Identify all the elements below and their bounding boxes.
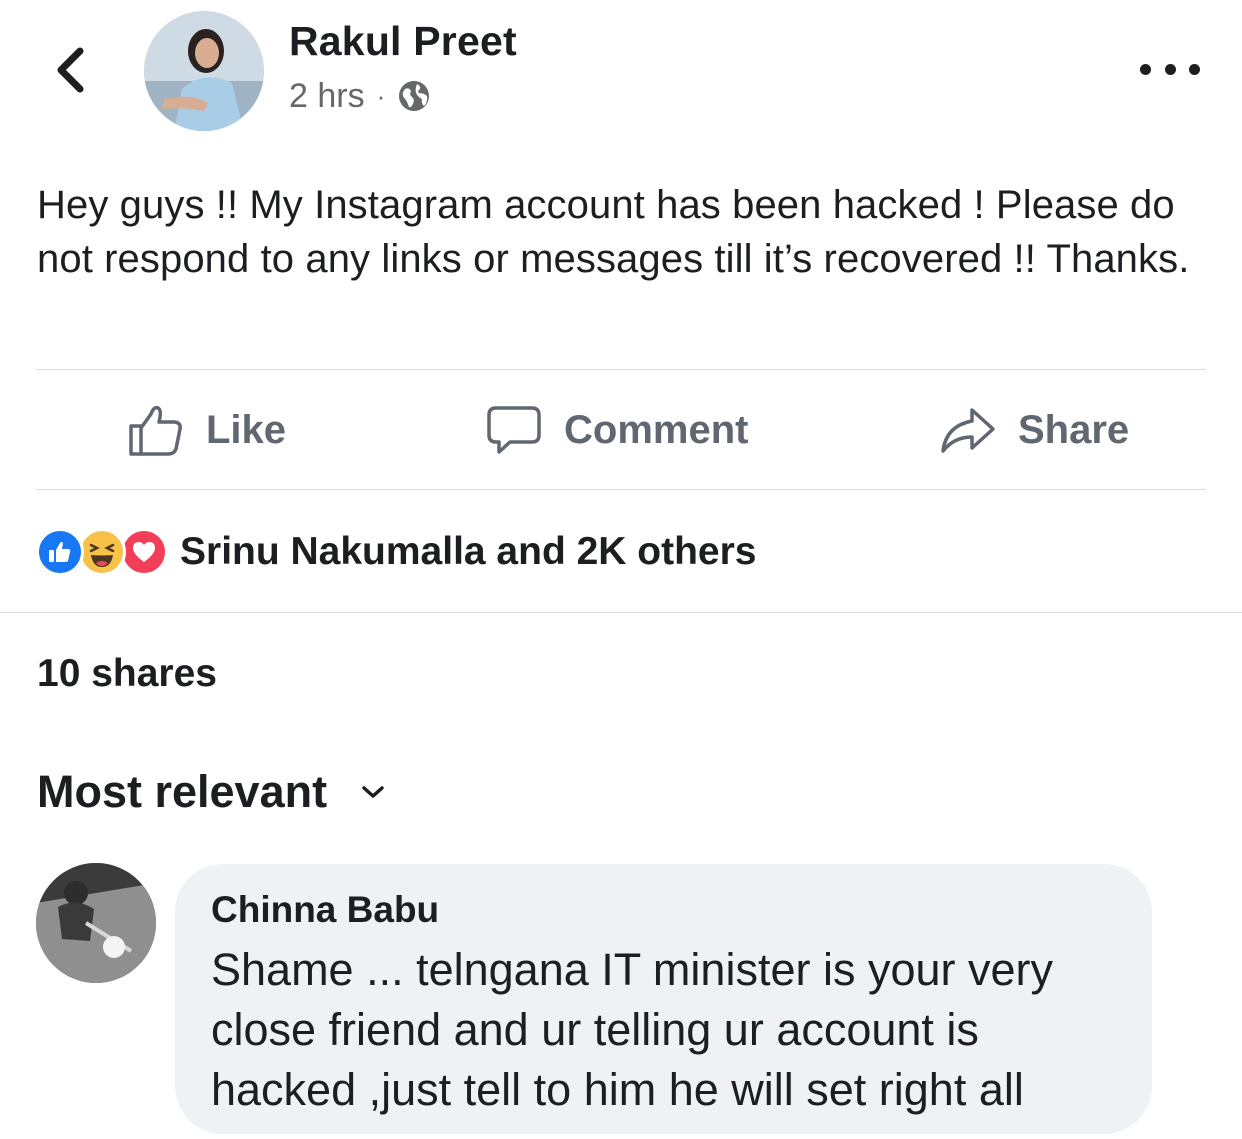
heart-icon xyxy=(133,542,155,562)
share-button[interactable]: Share xyxy=(940,371,1129,489)
comment-text: Shame ... telngana IT minister is your v… xyxy=(211,944,1054,1115)
reactions-summary[interactable]: Srinu Nakumalla and 2K others xyxy=(36,526,757,578)
comment-label: Comment xyxy=(564,407,749,452)
chevron-left-icon xyxy=(57,47,84,93)
divider xyxy=(36,369,1206,370)
comment-icon xyxy=(487,406,541,454)
avatar-photo xyxy=(144,11,264,131)
back-button[interactable] xyxy=(48,40,92,100)
more-horizontal-icon xyxy=(1140,63,1151,75)
post-time[interactable]: 2 hrs xyxy=(289,77,365,116)
haha-reaction-icon xyxy=(78,528,126,576)
shares-count[interactable]: 10 shares xyxy=(37,652,217,696)
commenter-avatar[interactable] xyxy=(36,863,156,983)
divider xyxy=(0,612,1242,613)
globe-icon xyxy=(399,81,430,111)
sort-label: Most relevant xyxy=(37,766,328,817)
thumbs-up-icon xyxy=(129,405,182,456)
laughing-face-icon xyxy=(89,543,115,567)
more-dot xyxy=(1189,63,1200,75)
like-label: Like xyxy=(206,407,287,452)
love-reaction-icon xyxy=(120,528,168,576)
chevron-down-icon xyxy=(362,786,384,798)
thumbs-up-icon xyxy=(49,542,71,562)
more-options-button[interactable] xyxy=(1140,54,1200,84)
action-bar: Like Comment Share xyxy=(36,371,1206,489)
like-reaction-icon xyxy=(36,528,84,576)
reactions-text: Srinu Nakumalla and 2K others xyxy=(180,530,757,573)
share-label: Share xyxy=(1018,407,1130,452)
commenter-name[interactable]: Chinna Babu xyxy=(211,888,1116,932)
share-arrow-icon xyxy=(941,408,995,453)
more-dot xyxy=(1164,63,1176,75)
avatar-photo xyxy=(36,863,156,983)
post-meta: 2 hrs · xyxy=(289,74,431,118)
comment-sort-dropdown[interactable]: Most relevant xyxy=(37,766,385,818)
author-avatar[interactable] xyxy=(144,11,264,131)
comment-bubble[interactable]: Chinna Babu Shame ... telngana IT minist… xyxy=(175,864,1152,1134)
author-name[interactable]: Rakul Preet xyxy=(289,18,517,65)
like-button[interactable]: Like xyxy=(128,371,286,489)
comment-button[interactable]: Comment xyxy=(486,371,748,489)
divider xyxy=(36,489,1206,490)
meta-separator: · xyxy=(376,80,386,111)
post-text: Hey guys !! My Instagram account has bee… xyxy=(37,183,1190,281)
post-view: Rakul Preet 2 hrs · Hey guys !! My Insta… xyxy=(0,0,1242,1139)
